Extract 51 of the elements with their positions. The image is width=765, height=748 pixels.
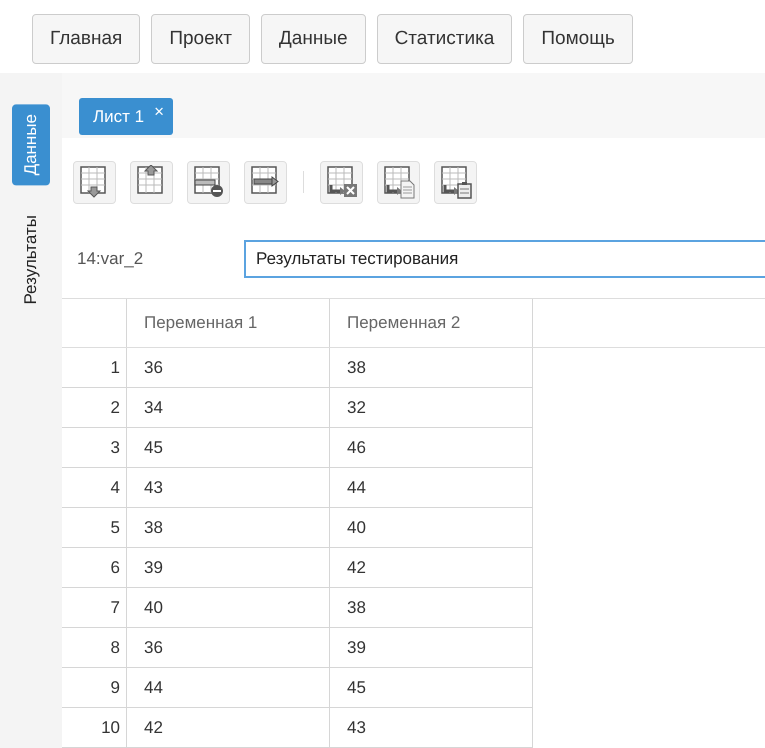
row-number: 7 bbox=[62, 588, 127, 628]
export-document-icon bbox=[382, 165, 416, 200]
column-header[interactable]: Переменная 1 bbox=[127, 299, 330, 347]
table-cell[interactable]: 34 bbox=[127, 388, 330, 428]
table-cell[interactable]: 40 bbox=[330, 508, 533, 548]
export-clipboard-icon bbox=[438, 165, 472, 200]
table-cell[interactable]: 45 bbox=[127, 428, 330, 468]
table-cell[interactable]: 38 bbox=[330, 588, 533, 628]
table-cell[interactable]: 39 bbox=[330, 628, 533, 668]
menu-button[interactable]: Помощь bbox=[523, 14, 633, 64]
toolbar-button[interactable] bbox=[320, 160, 363, 204]
toolbar-button[interactable] bbox=[377, 160, 420, 204]
cell-reference: 14:var_2 bbox=[77, 249, 144, 270]
toolbar-button[interactable] bbox=[130, 160, 173, 204]
table-cell[interactable]: 45 bbox=[330, 668, 533, 708]
menu-button[interactable]: Данные bbox=[260, 14, 366, 64]
row-number: 6 bbox=[62, 548, 127, 588]
side-tab[interactable]: Результаты bbox=[12, 205, 50, 315]
menu-button[interactable]: Главная bbox=[32, 14, 140, 64]
row-number: 1 bbox=[62, 348, 127, 388]
table-cell[interactable]: 40 bbox=[127, 588, 330, 628]
row-number: 5 bbox=[62, 508, 127, 548]
row-number: 4 bbox=[62, 468, 127, 508]
cell-value-field[interactable]: Результаты тестирования bbox=[244, 240, 765, 278]
toolbar-button[interactable] bbox=[244, 160, 287, 204]
delete-row-icon bbox=[192, 165, 226, 200]
toolbar-button[interactable] bbox=[73, 160, 116, 204]
table-cell[interactable]: 42 bbox=[330, 548, 533, 588]
table-cell[interactable]: 46 bbox=[330, 428, 533, 468]
table-cell[interactable]: 32 bbox=[330, 388, 533, 428]
menu-button[interactable]: Статистика bbox=[376, 14, 512, 64]
table-cell[interactable]: 42 bbox=[127, 708, 330, 748]
column-header[interactable]: Переменная 2 bbox=[330, 299, 533, 347]
menu-button[interactable]: Проект bbox=[151, 14, 250, 64]
table-cell[interactable]: 39 bbox=[127, 548, 330, 588]
table-cell[interactable]: 44 bbox=[127, 668, 330, 708]
table-cell[interactable]: 38 bbox=[127, 508, 330, 548]
toolbar-button[interactable] bbox=[434, 160, 477, 204]
table-cell[interactable]: 36 bbox=[127, 628, 330, 668]
row-number: 9 bbox=[62, 668, 127, 708]
row-number: 10 bbox=[62, 708, 127, 748]
toolbar-button[interactable] bbox=[187, 160, 230, 204]
table-cell[interactable]: 44 bbox=[330, 468, 533, 508]
table-cell[interactable]: 43 bbox=[330, 708, 533, 748]
table-cell[interactable]: 38 bbox=[330, 348, 533, 388]
row-number: 3 bbox=[62, 428, 127, 468]
table-cell[interactable]: 36 bbox=[127, 348, 330, 388]
row-number: 2 bbox=[62, 388, 127, 428]
table-cell[interactable]: 43 bbox=[127, 468, 330, 508]
export-spreadsheet-icon bbox=[324, 165, 358, 200]
row-number: 8 bbox=[62, 628, 127, 668]
